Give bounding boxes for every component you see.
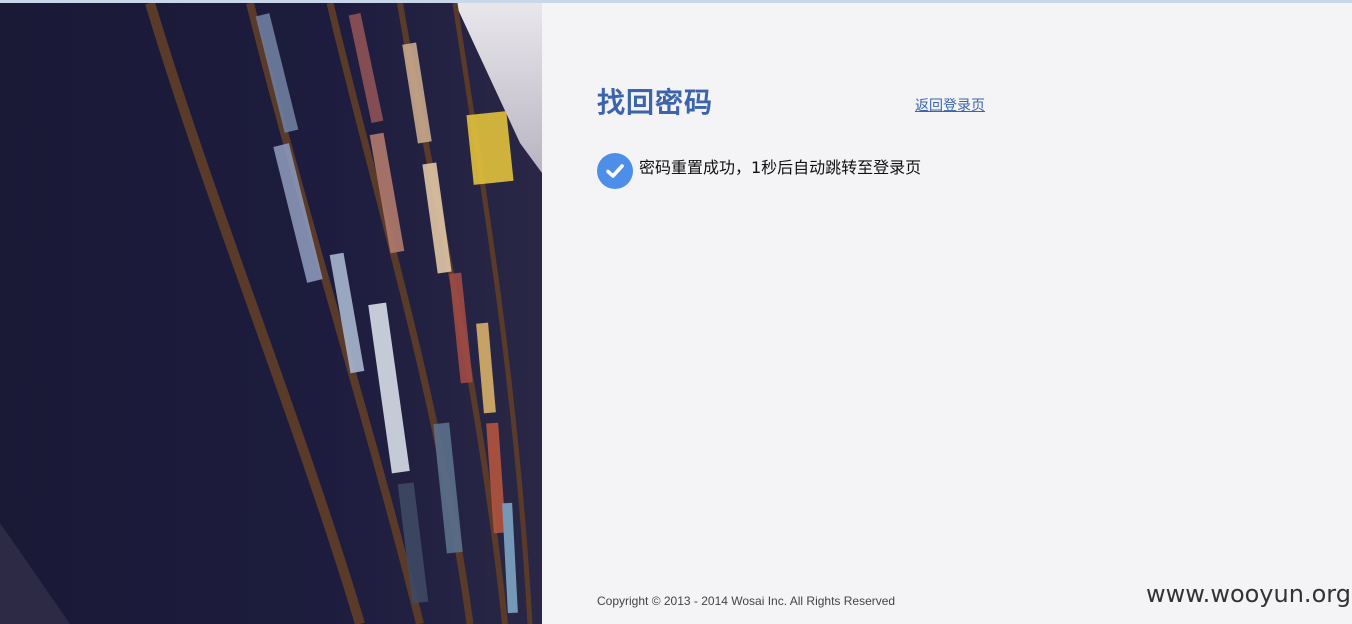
copyright-text: Copyright © 2013 - 2014 Wosai Inc. All R…	[597, 594, 896, 608]
status-message-row: 密码重置成功，1秒后自动跳转至登录页	[597, 153, 921, 189]
back-to-login-link[interactable]: 返回登录页	[915, 95, 985, 115]
main-panel: 找回密码 返回登录页 密码重置成功，1秒后自动跳转至登录页 Copyright …	[542, 3, 1352, 624]
status-text: 密码重置成功，1秒后自动跳转至登录页	[639, 158, 922, 177]
watermark-text: www.wooyun.org	[1146, 580, 1351, 608]
check-circle-icon	[597, 153, 633, 189]
page-title: 找回密码	[597, 86, 714, 119]
bookshelf-image	[0, 3, 542, 624]
